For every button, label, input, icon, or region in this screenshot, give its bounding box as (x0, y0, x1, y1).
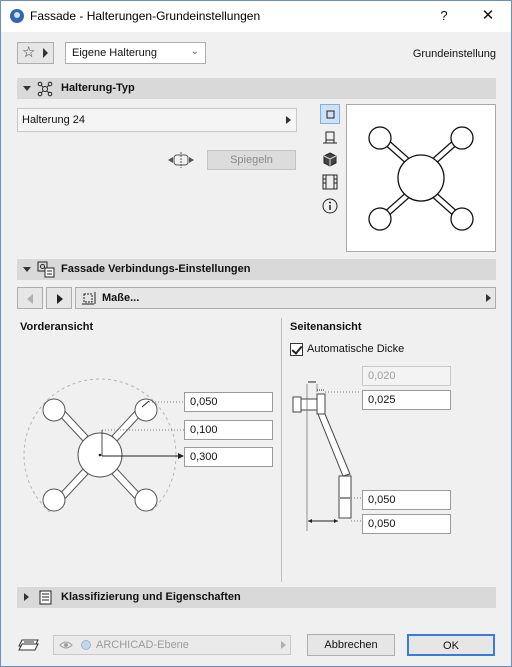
film-strip-icon (322, 174, 338, 190)
front-view-field-1-value: 0,050 (190, 396, 218, 408)
cancel-button[interactable]: Abbrechen (307, 634, 395, 656)
bracket-type-value: Halterung 24 (22, 114, 85, 126)
side-view-field-3[interactable]: 0,050 (362, 490, 451, 510)
front-view-field-3[interactable]: 0,300 (184, 447, 273, 467)
archicad-app-icon (10, 9, 24, 23)
front-view-diagram (23, 378, 186, 512)
auto-thickness-label[interactable]: Automatische Dicke (307, 343, 404, 355)
side-view-field-1-value: 0,020 (368, 370, 396, 382)
mirror-icon (168, 152, 194, 168)
side-view-title: Seitenansicht (290, 321, 362, 333)
preset-value: Eigene Halterung (72, 47, 158, 59)
mirror-button[interactable]: Spiegeln (207, 150, 296, 170)
caret-right-icon (43, 48, 48, 58)
collapse-arrow-icon (23, 267, 31, 272)
layer-visibility-icon (59, 640, 91, 650)
front-view-field-2-value: 0,100 (190, 424, 218, 436)
info-icon (322, 198, 338, 214)
view-3d-button[interactable] (320, 150, 340, 170)
arrow-left-icon (27, 294, 33, 304)
layers-icon (18, 639, 39, 651)
view-front-button[interactable] (320, 128, 340, 148)
front-view-field-2[interactable]: 0,100 (184, 420, 273, 440)
caret-right-icon (286, 116, 291, 124)
caret-right-icon (281, 641, 286, 649)
previous-page-button[interactable] (17, 287, 43, 309)
info-button[interactable] (320, 196, 340, 216)
expand-arrow-icon (24, 593, 29, 601)
view-mode-toolbar (320, 104, 340, 216)
section-header-connection[interactable]: Fassade Verbindungs-Einstellungen (17, 259, 496, 280)
next-page-button[interactable] (46, 287, 72, 309)
section-title-type: Halterung-Typ (61, 82, 135, 94)
connection-settings-icon (37, 261, 55, 278)
side-view-field-3-value: 0,050 (368, 494, 396, 506)
side-view-field-4[interactable]: 0,050 (362, 514, 451, 534)
side-view-field-2[interactable]: 0,025 (362, 390, 451, 410)
collapse-arrow-icon (23, 86, 31, 91)
layer-value: ARCHICAD-Ebene (96, 639, 189, 651)
auto-thickness-checkbox[interactable] (290, 343, 303, 356)
preset-label: Grundeinstellung (412, 48, 496, 60)
page-selector-value: Maße... (102, 292, 140, 304)
window-border (0, 0, 512, 667)
layer-dropdown[interactable]: ARCHICAD-Ebene (53, 635, 291, 655)
caret-right-icon (486, 294, 491, 302)
close-button[interactable]: ✕ (474, 6, 502, 26)
section-title-connection: Fassade Verbindungs-Einstellungen (61, 263, 251, 275)
side-view-field-4-value: 0,050 (368, 518, 396, 530)
panel-divider (281, 318, 282, 582)
ok-button[interactable]: OK (407, 634, 495, 656)
help-button[interactable]: ? (432, 6, 456, 26)
chevron-down-icon: ⌄ (190, 46, 199, 57)
square-icon (326, 110, 335, 119)
front-view-field-3-value: 0,300 (190, 451, 218, 463)
dimensions-icon (82, 292, 96, 305)
cube-icon (323, 152, 337, 167)
star-icon: ☆ (22, 44, 36, 61)
front-view-title: Vorderansicht (20, 321, 94, 333)
elevation-icon (323, 131, 337, 144)
page-navigation: Maße... (17, 287, 496, 309)
section-header-classification[interactable]: Klassifizierung und Eigenschaften (17, 587, 496, 608)
side-view-field-1[interactable]: 0,020 (362, 366, 451, 386)
side-view-diagram (292, 381, 362, 531)
front-view-field-1[interactable]: 0,050 (184, 392, 273, 412)
side-view-field-2-value: 0,025 (368, 394, 396, 406)
page-selector[interactable]: Maße... (75, 287, 496, 309)
document-list-icon (39, 590, 52, 605)
bracket-preview (346, 104, 496, 252)
section-title-classification: Klassifizierung und Eigenschaften (61, 591, 241, 603)
bracket-type-icon (37, 81, 53, 97)
bracket-preview-drawing (368, 126, 474, 231)
arrow-right-icon (57, 294, 63, 304)
favorites-button[interactable]: ☆ (17, 42, 54, 64)
view-section-button[interactable] (320, 172, 340, 192)
section-header-type[interactable]: Halterung-Typ (17, 78, 496, 99)
window-title: Fassade - Halterungen-Grundeinstellungen (30, 9, 261, 23)
preset-dropdown[interactable]: Eigene Halterung ⌄ (65, 42, 206, 64)
view-2d-button[interactable] (320, 104, 340, 124)
bracket-type-selector[interactable]: Halterung 24 (17, 108, 297, 132)
